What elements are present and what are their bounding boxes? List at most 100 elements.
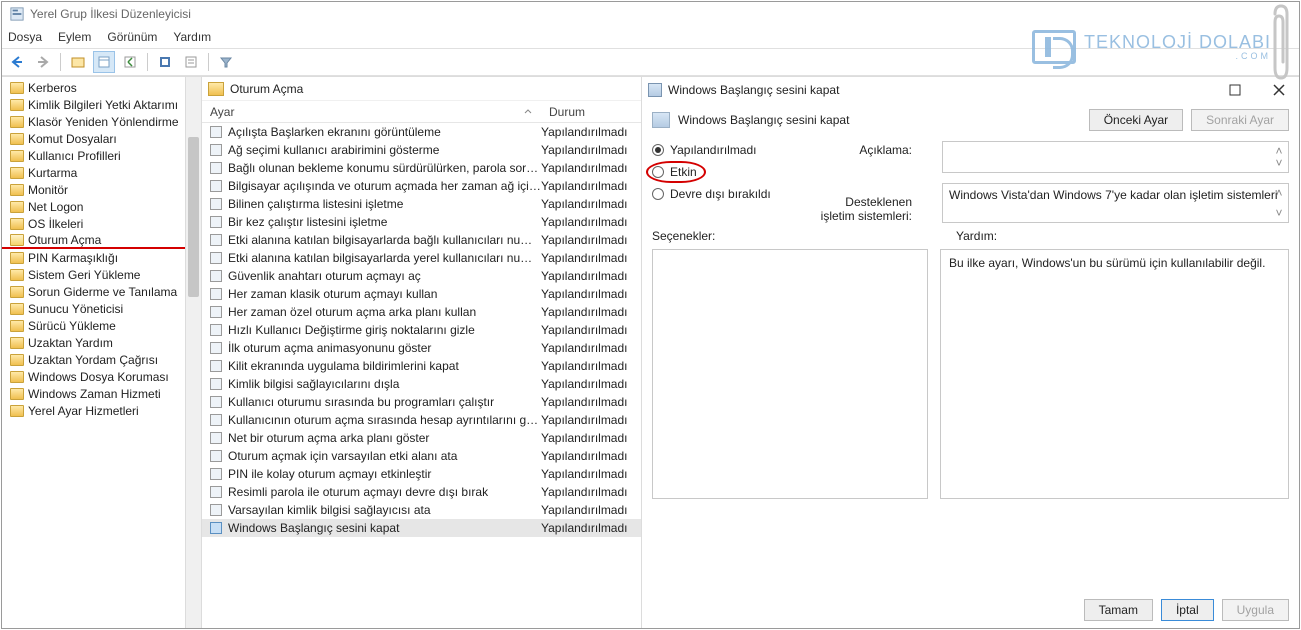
next-setting-button: Sonraki Ayar: [1191, 109, 1289, 131]
nav-tree[interactable]: KerberosKimlik Bilgileri Yetki AktarımıK…: [2, 77, 202, 628]
list-row[interactable]: Oturum açmak için varsayılan etki alanı …: [202, 447, 641, 465]
maximize-icon[interactable]: [1221, 80, 1249, 100]
list-row[interactable]: Kimlik bilgisi sağlayıcılarını dışlaYapı…: [202, 375, 641, 393]
list-row[interactable]: Her zaman özel oturum açma arka planı ku…: [202, 303, 641, 321]
setting-state: Yapılandırılmadı: [541, 179, 641, 193]
tree-scroll-thumb[interactable]: [188, 137, 199, 297]
list-row[interactable]: Etki alanına katılan bilgisayarlarda bağ…: [202, 231, 641, 249]
setting-icon: [210, 414, 222, 426]
tree-item-label: Kullanıcı Profilleri: [28, 149, 121, 163]
tree-item[interactable]: Uzaktan Yordam Çağrısı: [2, 351, 201, 368]
setting-name: Güvenlik anahtarı oturum açmayı aç: [228, 269, 541, 283]
setting-state: Yapılandırılmadı: [541, 449, 641, 463]
menu-file[interactable]: Dosya: [8, 30, 42, 44]
ok-button[interactable]: Tamam: [1084, 599, 1153, 621]
toolbar-icon-5[interactable]: [180, 51, 202, 73]
toolbar-icon-1[interactable]: [67, 51, 89, 73]
tree-item[interactable]: Sürücü Yükleme: [2, 317, 201, 334]
list-row[interactable]: Kullanıcının oturum açma sırasında hesap…: [202, 411, 641, 429]
list-row[interactable]: Bağlı olunan bekleme konumu sürdürülürke…: [202, 159, 641, 177]
menu-action[interactable]: Eylem: [58, 30, 91, 44]
list-row[interactable]: Bilinen çalıştırma listesini işletmeYapı…: [202, 195, 641, 213]
setting-name: Kullanıcının oturum açma sırasında hesap…: [228, 413, 541, 427]
cancel-button[interactable]: İptal: [1161, 599, 1214, 621]
filter-icon[interactable]: [215, 51, 237, 73]
menu-help[interactable]: Yardım: [173, 30, 211, 44]
tree-item[interactable]: Sunucu Yöneticisi: [2, 300, 201, 317]
list-row[interactable]: Etki alanına katılan bilgisayarlarda yer…: [202, 249, 641, 267]
nav-forward-icon[interactable]: [32, 51, 54, 73]
tree-item[interactable]: Monitör: [2, 181, 201, 198]
scroll-down-icon[interactable]: ˅: [1272, 206, 1286, 220]
list-row[interactable]: PIN ile kolay oturum açmayı etkinleştirY…: [202, 465, 641, 483]
scroll-down-icon[interactable]: ˅: [1272, 156, 1286, 170]
list-row[interactable]: Hızlı Kullanıcı Değiştirme giriş noktala…: [202, 321, 641, 339]
dialog-titlebar[interactable]: Windows Başlangıç sesini kapat: [642, 77, 1299, 103]
list-row[interactable]: Net bir oturum açma arka planı gösterYap…: [202, 429, 641, 447]
list-row[interactable]: Bir kez çalıştır listesini işletmeYapıla…: [202, 213, 641, 231]
dialog-subheader: Windows Başlangıç sesini kapat Önceki Ay…: [642, 103, 1299, 137]
tree-item[interactable]: Kerberos: [2, 79, 201, 96]
menubar: Dosya Eylem Görünüm Yardım: [2, 26, 1299, 48]
tree-item[interactable]: Yerel Ayar Hizmetleri: [2, 402, 201, 419]
setting-name: Bir kez çalıştır listesini işletme: [228, 215, 541, 229]
list-row[interactable]: Kullanıcı oturumu sırasında bu programla…: [202, 393, 641, 411]
tree-item-label: Sorun Giderme ve Tanılama: [28, 285, 177, 299]
list-row[interactable]: Bilgisayar açılışında ve oturum açmada h…: [202, 177, 641, 195]
list-row[interactable]: Her zaman klasik oturum açmayı kullanYap…: [202, 285, 641, 303]
tree-item[interactable]: Windows Zaman Hizmeti: [2, 385, 201, 402]
toolbar-icon-3[interactable]: [119, 51, 141, 73]
folder-icon: [10, 252, 24, 264]
tree-item[interactable]: Kurtarma: [2, 164, 201, 181]
folder-icon: [10, 133, 24, 145]
tree-item[interactable]: Kimlik Bilgileri Yetki Aktarımı: [2, 96, 201, 113]
tree-item-label: Windows Zaman Hizmeti: [28, 387, 161, 401]
dialog-subtitle: Windows Başlangıç sesini kapat: [678, 113, 849, 127]
column-name[interactable]: Ayar: [202, 105, 541, 119]
close-icon[interactable]: [1265, 80, 1293, 100]
options-box[interactable]: [652, 249, 928, 499]
list-row[interactable]: Açılışta Başlarken ekranını görüntülemeY…: [202, 123, 641, 141]
titlebar[interactable]: Yerel Grup İlkesi Düzenleyicisi: [2, 2, 1299, 26]
list-row[interactable]: Güvenlik anahtarı oturum açmayı açYapıla…: [202, 267, 641, 285]
scroll-up-icon[interactable]: ˄: [1272, 186, 1286, 200]
tree-item[interactable]: Klasör Yeniden Yönlendirme: [2, 113, 201, 130]
setting-icon: [210, 198, 222, 210]
tree-item[interactable]: Kullanıcı Profilleri: [2, 147, 201, 164]
comment-textarea[interactable]: ˄ ˅: [942, 141, 1289, 173]
dialog-icon: [648, 83, 662, 97]
list-row[interactable]: Kilit ekranında uygulama bildirimlerini …: [202, 357, 641, 375]
prev-setting-button[interactable]: Önceki Ayar: [1089, 109, 1183, 131]
radio-enabled[interactable]: Etkin: [652, 165, 782, 179]
list-header-title: Oturum Açma: [230, 82, 303, 96]
tree-item[interactable]: OS İlkeleri: [2, 215, 201, 232]
tree-item-label: PIN Karmaşıklığı: [28, 251, 118, 265]
toolbar-icon-4[interactable]: [154, 51, 176, 73]
list-row[interactable]: İlk oturum açma animasyonunu gösterYapıl…: [202, 339, 641, 357]
tree-item[interactable]: Windows Dosya Koruması: [2, 368, 201, 385]
nav-back-icon[interactable]: [6, 51, 28, 73]
radio-not-configured[interactable]: Yapılandırılmadı: [652, 143, 782, 157]
list-row[interactable]: Varsayılan kimlik bilgisi sağlayıcısı at…: [202, 501, 641, 519]
menu-view[interactable]: Görünüm: [107, 30, 157, 44]
tree-item[interactable]: Sorun Giderme ve Tanılama: [2, 283, 201, 300]
tree-item[interactable]: Komut Dosyaları: [2, 130, 201, 147]
tree-item-label: Yerel Ayar Hizmetleri: [28, 404, 139, 418]
tree-item[interactable]: Uzaktan Yardım: [2, 334, 201, 351]
list-body[interactable]: Açılışta Başlarken ekranını görüntülemeY…: [202, 123, 641, 628]
options-label: Seçenekler:: [652, 229, 936, 243]
tree-item-label: Kurtarma: [28, 166, 77, 180]
toolbar-icon-2[interactable]: [93, 51, 115, 73]
tree-item[interactable]: Oturum Açma: [2, 232, 201, 249]
list-row[interactable]: Windows Başlangıç sesini kapatYapılandır…: [202, 519, 641, 537]
column-state[interactable]: Durum: [541, 105, 641, 119]
list-columns: Ayar Durum: [202, 101, 641, 123]
tree-item[interactable]: Sistem Geri Yükleme: [2, 266, 201, 283]
radio-disabled[interactable]: Devre dışı bırakıldı: [652, 187, 782, 201]
tree-item[interactable]: Net Logon: [2, 198, 201, 215]
list-row[interactable]: Ağ seçimi kullanıcı arabirimini gösterme…: [202, 141, 641, 159]
list-row[interactable]: Resimli parola ile oturum açmayı devre d…: [202, 483, 641, 501]
tree-scrollbar[interactable]: [185, 77, 201, 628]
tree-item-label: Monitör: [28, 183, 68, 197]
tree-item[interactable]: PIN Karmaşıklığı: [2, 249, 201, 266]
